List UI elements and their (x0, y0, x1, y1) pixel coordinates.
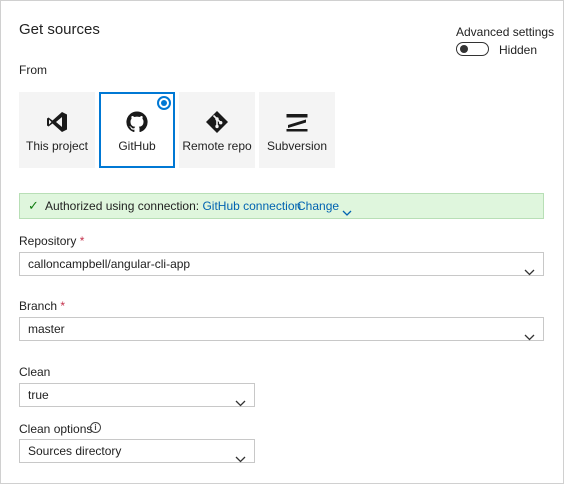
chevron-down-icon (524, 326, 535, 348)
connection-link[interactable]: GitHub connection (202, 199, 301, 213)
github-icon (101, 110, 173, 134)
selected-radio-indicator (157, 96, 171, 110)
info-icon[interactable]: i (90, 422, 101, 433)
advanced-settings-label: Advanced settings (456, 25, 555, 39)
source-tile-remote-repo[interactable]: Remote repo (179, 92, 255, 168)
get-sources-panel: Get sources Advanced settings Hidden Fro… (0, 0, 564, 484)
chevron-down-icon (235, 448, 246, 470)
clean-options-label: Clean options (19, 422, 93, 436)
clean-options-value: Sources directory (28, 444, 122, 458)
toggle-knob (460, 45, 468, 53)
chevron-down-icon[interactable] (342, 201, 352, 225)
advanced-settings-toggle[interactable] (456, 42, 489, 56)
required-marker: * (79, 234, 85, 248)
tile-label: Subversion (266, 139, 328, 153)
tile-label: This project (25, 139, 89, 153)
source-tile-subversion[interactable]: Subversion (259, 92, 335, 168)
branch-dropdown[interactable]: master (19, 317, 544, 341)
authorization-banner: ✓ Authorized using connection: GitHub co… (19, 193, 544, 219)
from-label: From (19, 63, 47, 77)
clean-label: Clean (19, 365, 51, 379)
authorized-message: Authorized using connection: (45, 199, 200, 213)
visual-studio-icon (19, 110, 95, 134)
required-marker: * (60, 299, 66, 313)
source-tile-this-project[interactable]: This project (19, 92, 95, 168)
git-icon (179, 110, 255, 134)
toggle-state-label: Hidden (499, 43, 538, 57)
clean-value: true (28, 388, 49, 402)
change-connection-button[interactable]: Change (297, 194, 339, 218)
checkmark-icon: ✓ (28, 198, 39, 213)
branch-label: Branch * (19, 299, 66, 313)
chevron-down-icon (524, 261, 535, 283)
chevron-down-icon (235, 392, 246, 414)
clean-options-dropdown[interactable]: Sources directory (19, 439, 255, 463)
page-title: Get sources (19, 21, 100, 38)
branch-value: master (28, 322, 65, 336)
repository-dropdown[interactable]: calloncampbell/angular-cli-app (19, 252, 544, 276)
repository-value: calloncampbell/angular-cli-app (28, 257, 191, 271)
clean-dropdown[interactable]: true (19, 383, 255, 407)
subversion-icon (259, 110, 335, 134)
source-tile-github[interactable]: GitHub (99, 92, 175, 168)
repository-label: Repository * (19, 234, 85, 248)
tile-label: Remote repo (182, 139, 252, 153)
tile-label: GitHub (118, 139, 156, 153)
